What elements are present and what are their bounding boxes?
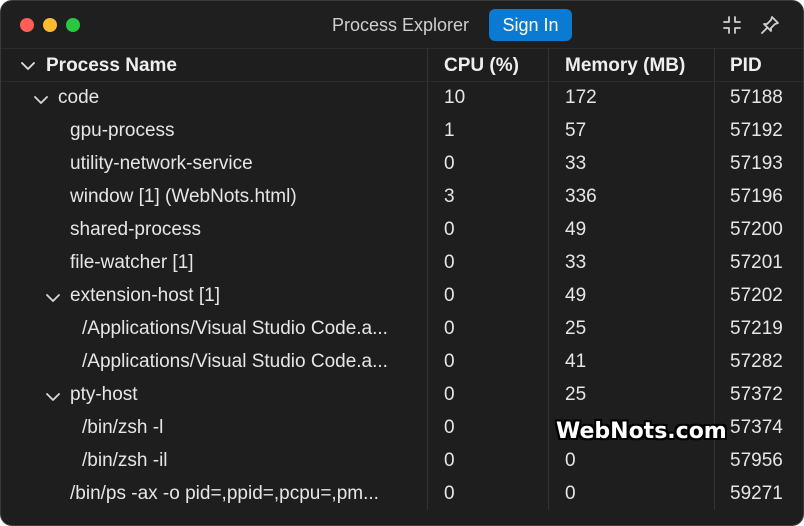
table-header: Process Name CPU (%) Memory (MB) PID <box>1 48 803 82</box>
window-title: Process Explorer <box>332 15 470 35</box>
process-name-cell: window [1] (WebNots.html) <box>70 186 297 207</box>
table-row[interactable]: gpu-process 1 57 57192 <box>1 115 803 148</box>
collapse-icon[interactable] <box>721 14 743 36</box>
column-header-cpu[interactable]: CPU (%) <box>444 55 519 77</box>
watermark-logo: WebNots.com <box>556 419 727 444</box>
pid-cell: 57192 <box>730 120 783 141</box>
minimize-window-button[interactable] <box>43 18 57 32</box>
cpu-cell: 0 <box>444 351 455 372</box>
process-name-cell: pty-host <box>70 384 138 405</box>
chevron-down-icon[interactable] <box>21 59 35 73</box>
table-row[interactable]: /bin/ps -ax -o pid=,ppid=,pcpu=,pm... 0 0 5… <box>1 478 803 511</box>
pid-cell: 57201 <box>730 252 783 273</box>
pid-cell: 57200 <box>730 219 783 240</box>
cpu-cell: 0 <box>444 285 455 306</box>
title-bar: Process Explorer Sign In <box>1 1 803 48</box>
table-row[interactable]: /bin/zsh -il 0 0 57956 <box>1 445 803 478</box>
cpu-cell: 0 <box>444 483 455 504</box>
process-name-cell: /bin/zsh -l <box>82 417 164 438</box>
table-row[interactable]: window [1] (WebNots.html) 3 336 57196 <box>1 181 803 214</box>
chevron-down-icon[interactable] <box>46 390 60 404</box>
cpu-cell: 0 <box>444 252 455 273</box>
sign-in-button[interactable]: Sign In <box>489 9 572 41</box>
pid-cell: 57956 <box>730 450 783 471</box>
memory-cell: 172 <box>565 87 597 108</box>
pid-cell: 57374 <box>730 417 783 438</box>
pid-cell: 57219 <box>730 318 783 339</box>
memory-cell: 25 <box>565 384 587 405</box>
cpu-cell: 0 <box>444 153 455 174</box>
cpu-cell: 0 <box>444 219 455 240</box>
cpu-cell: 1 <box>444 120 455 141</box>
cpu-cell: 10 <box>444 87 466 108</box>
chevron-down-icon[interactable] <box>46 291 60 305</box>
memory-cell: 57 <box>565 120 587 141</box>
pid-cell: 59271 <box>730 483 783 504</box>
process-explorer-window: Process Explorer Sign In Process Name CP… <box>0 0 804 526</box>
cpu-cell: 0 <box>444 384 455 405</box>
process-name-cell: /Applications/Visual Studio Code.a... <box>82 318 388 339</box>
cpu-cell: 3 <box>444 186 455 207</box>
pid-cell: 57282 <box>730 351 783 372</box>
pid-cell: 57202 <box>730 285 783 306</box>
table-row[interactable]: code 10 172 57188 <box>1 82 803 115</box>
table-row[interactable]: file-watcher [1] 0 33 57201 <box>1 247 803 280</box>
cpu-cell: 0 <box>444 450 455 471</box>
chevron-down-icon[interactable] <box>34 93 48 107</box>
memory-cell: 0 <box>565 450 576 471</box>
pin-icon[interactable] <box>759 14 781 36</box>
process-name-cell: code <box>58 87 100 108</box>
process-name-cell: gpu-process <box>70 120 175 141</box>
memory-cell: 0 <box>565 483 576 504</box>
close-window-button[interactable] <box>20 18 34 32</box>
memory-cell: 49 <box>565 285 587 306</box>
process-name-cell: shared-process <box>70 219 201 240</box>
zoom-window-button[interactable] <box>66 18 80 32</box>
table-row[interactable]: extension-host [1] 0 49 57202 <box>1 280 803 313</box>
memory-cell: 33 <box>565 252 587 273</box>
cpu-cell: 0 <box>444 318 455 339</box>
column-header-pid[interactable]: PID <box>730 55 762 77</box>
table-row[interactable]: /Applications/Visual Studio Code.a... 0 41… <box>1 346 803 379</box>
memory-cell: 25 <box>565 318 587 339</box>
process-table-body: code 10 172 57188 gpu-process 1 57 57192 utility… <box>1 82 803 511</box>
process-name-cell: /bin/ps -ax -o pid=,ppid=,pcpu=,pm... <box>70 483 379 504</box>
table-row[interactable]: /Applications/Visual Studio Code.a... 0 25… <box>1 313 803 346</box>
process-name-cell: file-watcher [1] <box>70 252 194 273</box>
memory-cell: 336 <box>565 186 597 207</box>
column-header-memory[interactable]: Memory (MB) <box>565 55 685 77</box>
pid-cell: 57196 <box>730 186 783 207</box>
process-name-cell: extension-host [1] <box>70 285 220 306</box>
process-name-cell: /bin/zsh -il <box>82 450 168 471</box>
pid-cell: 57188 <box>730 87 783 108</box>
pid-cell: 57193 <box>730 153 783 174</box>
column-header-process-name[interactable]: Process Name <box>46 55 177 77</box>
pid-cell: 57372 <box>730 384 783 405</box>
process-name-cell: /Applications/Visual Studio Code.a... <box>82 351 388 372</box>
memory-cell: 41 <box>565 351 587 372</box>
table-row[interactable]: utility-network-service 0 33 57193 <box>1 148 803 181</box>
table-row[interactable]: shared-process 0 49 57200 <box>1 214 803 247</box>
cpu-cell: 0 <box>444 417 455 438</box>
memory-cell: 33 <box>565 153 587 174</box>
memory-cell: 49 <box>565 219 587 240</box>
table-row[interactable]: pty-host 0 25 57372 <box>1 379 803 412</box>
process-name-cell: utility-network-service <box>70 153 253 174</box>
